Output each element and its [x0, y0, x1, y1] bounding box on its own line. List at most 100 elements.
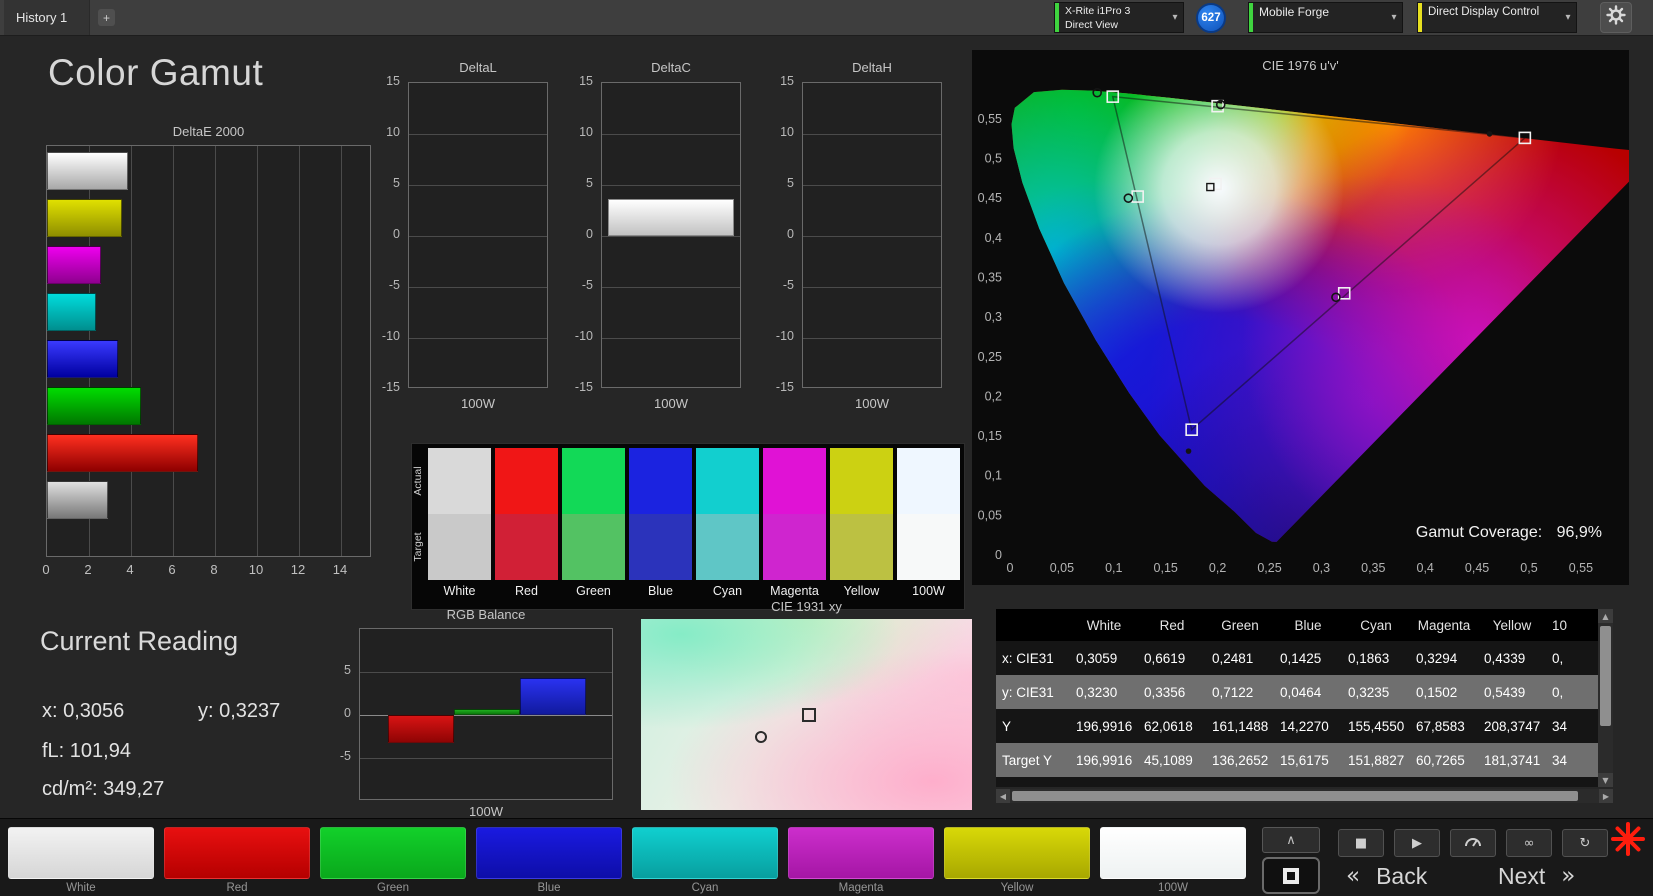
rgb-bar-green [454, 708, 520, 715]
patch-Magenta[interactable] [788, 827, 934, 879]
measurement-count-badge[interactable]: 627 [1196, 3, 1226, 33]
table-cell: 0, [1552, 684, 1564, 700]
table-cell: 62,0618 [1144, 718, 1193, 734]
deltae-x-tick-label: 10 [248, 562, 264, 577]
patch-label-Green: Green [377, 882, 409, 894]
delta-y-tick-label: -5 [581, 278, 593, 292]
table-header-cell: Cyan [1360, 617, 1392, 633]
cie76-y-tick-label: 0 [995, 548, 1002, 562]
pattern-window-button[interactable] [1262, 857, 1320, 894]
swatch-row-label-target: Target [412, 532, 424, 562]
cie76-diagram: 0 0,05 0,1 0,15 0,2 0,25 0,3 0,35 0,4 0,45 0,5 0,55… [978, 87, 1629, 575]
add-tab-button[interactable]: + [98, 9, 115, 26]
scroll-right-button[interactable]: ▶ [1599, 789, 1613, 803]
scroll-up-button[interactable]: ▲ [1598, 609, 1613, 623]
play-button[interactable]: ▶ [1394, 829, 1440, 857]
swatch-actual-Red [495, 448, 558, 514]
next-label: Next [1498, 862, 1546, 889]
table-row: ΔE 20003,87537,19294,45883,36462,31342,5… [996, 777, 1598, 787]
patch-Green[interactable] [320, 827, 466, 879]
delta-y-tick-label: -10 [381, 329, 400, 343]
vertical-scroll-thumb[interactable] [1600, 626, 1611, 726]
cie76-y-tick-label: 0,3 [985, 310, 1002, 324]
table-header-cell: Magenta [1417, 617, 1471, 633]
table-cell: 0,3294 [1416, 650, 1458, 666]
table-cell: 34 [1552, 752, 1568, 768]
patch-100W[interactable] [1100, 827, 1246, 879]
delta-gridline [803, 134, 941, 135]
table-cell: 0,1502 [1416, 684, 1458, 700]
continuous-measure-button[interactable]: ∞ [1506, 829, 1552, 857]
deltal-title: DeltaL [459, 60, 497, 75]
patch-label-Red: Red [226, 882, 248, 894]
chevron-down-icon: ▾ [1391, 12, 1397, 23]
deltae-bar-gray [47, 481, 108, 519]
deltae-chart-title: DeltaE 2000 [172, 124, 245, 139]
deltal-plot [408, 82, 548, 388]
expand-panel-button[interactable]: ∧ [1262, 827, 1320, 853]
reading-active-indicator [1610, 821, 1646, 862]
delta-gridline [409, 185, 547, 186]
reading-y: y: 0,3237 [198, 700, 281, 722]
page-title: Color Gamut [48, 52, 264, 93]
next-button[interactable]: Next » [1498, 859, 1575, 893]
meter-line2: Direct View [1065, 18, 1118, 31]
table-cell: 196,9916 [1076, 752, 1133, 768]
horizontal-scroll-thumb[interactable] [1012, 791, 1578, 801]
table-cell: 2, [1546, 787, 1598, 788]
cie76-x-tick-label: 0,2 [1209, 561, 1226, 575]
patch-Red[interactable] [164, 827, 310, 879]
deltac-title: DeltaC [651, 60, 691, 75]
gamut-coverage-value: 96,9% [1556, 524, 1602, 541]
delta-y-tick-label: 15 [386, 74, 400, 88]
patch-Yellow[interactable] [944, 827, 1090, 879]
bottom-bar: White Red Green Blue Cyan Magenta Yellow 100W ∧… [0, 818, 1653, 896]
scroll-down-button[interactable]: ▼ [1598, 773, 1613, 787]
delta-y-tick-label: 0 [787, 227, 794, 241]
swatch-label: Red [515, 584, 538, 598]
rgb-ylabels: 5 0 -5 [317, 628, 355, 800]
patch-Cyan[interactable] [632, 827, 778, 879]
delta-y-tick-label: 0 [586, 227, 593, 241]
delta-gridline [803, 236, 941, 237]
swatch-target-100W [897, 514, 960, 580]
delta-gridline [602, 338, 740, 339]
source-dropdown[interactable]: Mobile Forge ▾ [1248, 2, 1403, 33]
stop-button[interactable]: ■ [1338, 829, 1384, 857]
refresh-button[interactable]: ↻ [1562, 829, 1608, 857]
patch-White[interactable] [8, 827, 154, 879]
delta-gridline [409, 287, 547, 288]
table-cell: 161,1488 [1212, 718, 1269, 734]
meter-dropdown[interactable]: X-Rite i1Pro 3 Direct View ▾ [1054, 2, 1184, 33]
cie76-x-tick-label: 0,4 [1417, 561, 1434, 575]
cie31-title: CIE 1931 xy [771, 599, 842, 614]
deltae-x-tick-label: 2 [84, 562, 92, 577]
table-vertical-scrollbar[interactable]: ▲ ▼ [1598, 609, 1613, 787]
patch-Blue[interactable] [476, 827, 622, 879]
infinity-icon: ∞ [1523, 835, 1535, 851]
table-horizontal-scrollbar[interactable]: ◀ ▶ [996, 789, 1613, 803]
cie76-y-tick-label: 0,05 [978, 508, 1002, 522]
display-control-dropdown[interactable]: Direct Display Control ▾ [1417, 2, 1577, 33]
rgb-gridline [360, 672, 612, 673]
cie76-x-tick-label: 0,05 [1050, 561, 1074, 575]
source-label: Mobile Forge [1259, 5, 1330, 19]
deltae-gridline [341, 146, 342, 556]
table-cell: 0,2481 [1212, 650, 1254, 666]
swatch-label: Blue [647, 584, 674, 598]
table-row: Y 196,9916 62,0618 161,1488 14,2270 155,4550 6… [996, 709, 1598, 743]
table-cell: 0,3235 [1348, 684, 1390, 700]
settings-button[interactable] [1600, 2, 1632, 33]
cie76-y-tick-label: 0,4 [985, 231, 1002, 245]
rgb-gridline [360, 758, 612, 759]
rgb-xlabel: 100W [469, 804, 503, 819]
table-cell: 0,1425 [1280, 650, 1322, 666]
gamut-coverage: Gamut Coverage: 96,9% [1322, 524, 1602, 542]
measure-button[interactable] [1450, 829, 1496, 857]
tab-history-1[interactable]: History 1 [4, 0, 90, 35]
delta-gridline [602, 236, 740, 237]
scroll-left-button[interactable]: ◀ [996, 789, 1010, 803]
back-button[interactable]: « Back [1346, 859, 1427, 893]
table-cell: 60,7265 [1416, 752, 1465, 768]
deltae-bar-red [47, 434, 198, 472]
